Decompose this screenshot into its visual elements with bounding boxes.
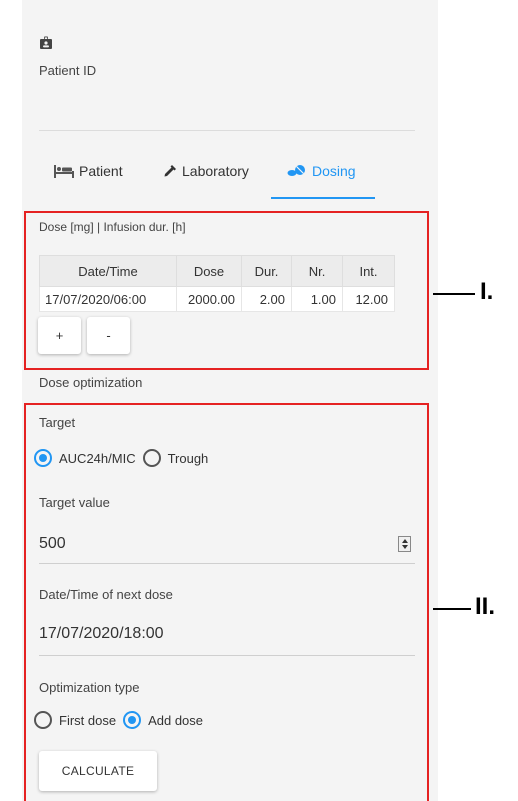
dose-table-header: Date/Time Dose Dur. Nr. Int. <box>39 255 395 287</box>
cell-dose[interactable]: 2000.00 <box>176 286 242 312</box>
tab-patient-label: Patient <box>79 163 123 179</box>
radio-add-dose-label: Add dose <box>148 712 204 728</box>
col-header-dose: Dose <box>176 255 242 287</box>
radio-trough-label: Trough <box>167 450 209 466</box>
radio-first-dose-label: First dose <box>59 712 117 728</box>
patient-id-label: Patient ID <box>39 63 97 78</box>
tab-dosing[interactable]: Dosing <box>287 163 356 179</box>
optimization-type-radio-group: First dose Add dose <box>34 711 203 729</box>
tab-dosing-label: Dosing <box>312 163 356 179</box>
callout-label-one: I. <box>480 278 494 305</box>
next-dose-underline <box>39 655 415 656</box>
tab-patient[interactable]: Patient <box>54 163 123 179</box>
next-dose-label: Date/Time of next dose <box>39 587 173 602</box>
radio-auc24h-mic-label: AUC24h/MIC <box>59 450 136 466</box>
next-dose-input[interactable]: 17/07/2020/18:00 <box>39 625 164 643</box>
target-radio-group: AUC24h/MIC Trough <box>34 449 208 467</box>
id-badge-icon <box>40 36 52 49</box>
number-spinner[interactable] <box>398 536 411 552</box>
col-header-datetime: Date/Time <box>39 255 177 287</box>
dose-optimization-title: Dose optimization <box>39 375 143 390</box>
target-value-input[interactable]: 500 <box>39 535 66 553</box>
table-row[interactable]: 17/07/2020/06:00 2000.00 2.00 1.00 12.00 <box>39 286 395 312</box>
target-value-underline <box>39 563 415 564</box>
cell-duration[interactable]: 2.00 <box>241 286 292 312</box>
remove-row-button[interactable]: - <box>87 317 130 354</box>
target-label: Target <box>39 415 76 430</box>
pills-icon <box>287 165 305 176</box>
target-value-label: Target value <box>39 495 110 510</box>
cell-datetime[interactable]: 17/07/2020/06:00 <box>39 286 177 312</box>
dose-table: Date/Time Dose Dur. Nr. Int. 17/07/2020/… <box>39 255 395 312</box>
radio-first-dose[interactable] <box>34 711 52 729</box>
active-tab-indicator <box>271 197 375 199</box>
dose-section-title: Dose [mg] | Infusion dur. [h] <box>39 220 186 234</box>
col-header-duration: Dur. <box>241 255 292 287</box>
cell-number[interactable]: 1.00 <box>291 286 343 312</box>
radio-auc24h-mic[interactable] <box>34 449 52 467</box>
optimization-type-label: Optimization type <box>39 680 140 695</box>
patient-bed-icon <box>54 165 74 178</box>
calculate-button[interactable]: CALCULATE <box>39 751 157 791</box>
tab-laboratory-label: Laboratory <box>182 163 249 179</box>
spinner-up-icon[interactable] <box>402 539 408 543</box>
col-header-interval: Int. <box>342 255 395 287</box>
radio-add-dose[interactable] <box>123 711 142 729</box>
col-header-number: Nr. <box>291 255 343 287</box>
tab-bar: Patient Laboratory Dosing <box>39 155 415 199</box>
cell-interval[interactable]: 12.00 <box>342 286 395 312</box>
add-row-button[interactable]: + <box>38 317 81 354</box>
callout-line-one <box>433 293 475 295</box>
spinner-down-icon[interactable] <box>402 545 408 549</box>
tab-laboratory[interactable]: Laboratory <box>163 163 249 179</box>
callout-label-two: II. <box>475 593 496 620</box>
patient-id-underline <box>39 130 415 131</box>
radio-trough[interactable] <box>142 449 161 467</box>
eyedropper-icon <box>164 165 176 177</box>
callout-line-two <box>433 608 471 610</box>
